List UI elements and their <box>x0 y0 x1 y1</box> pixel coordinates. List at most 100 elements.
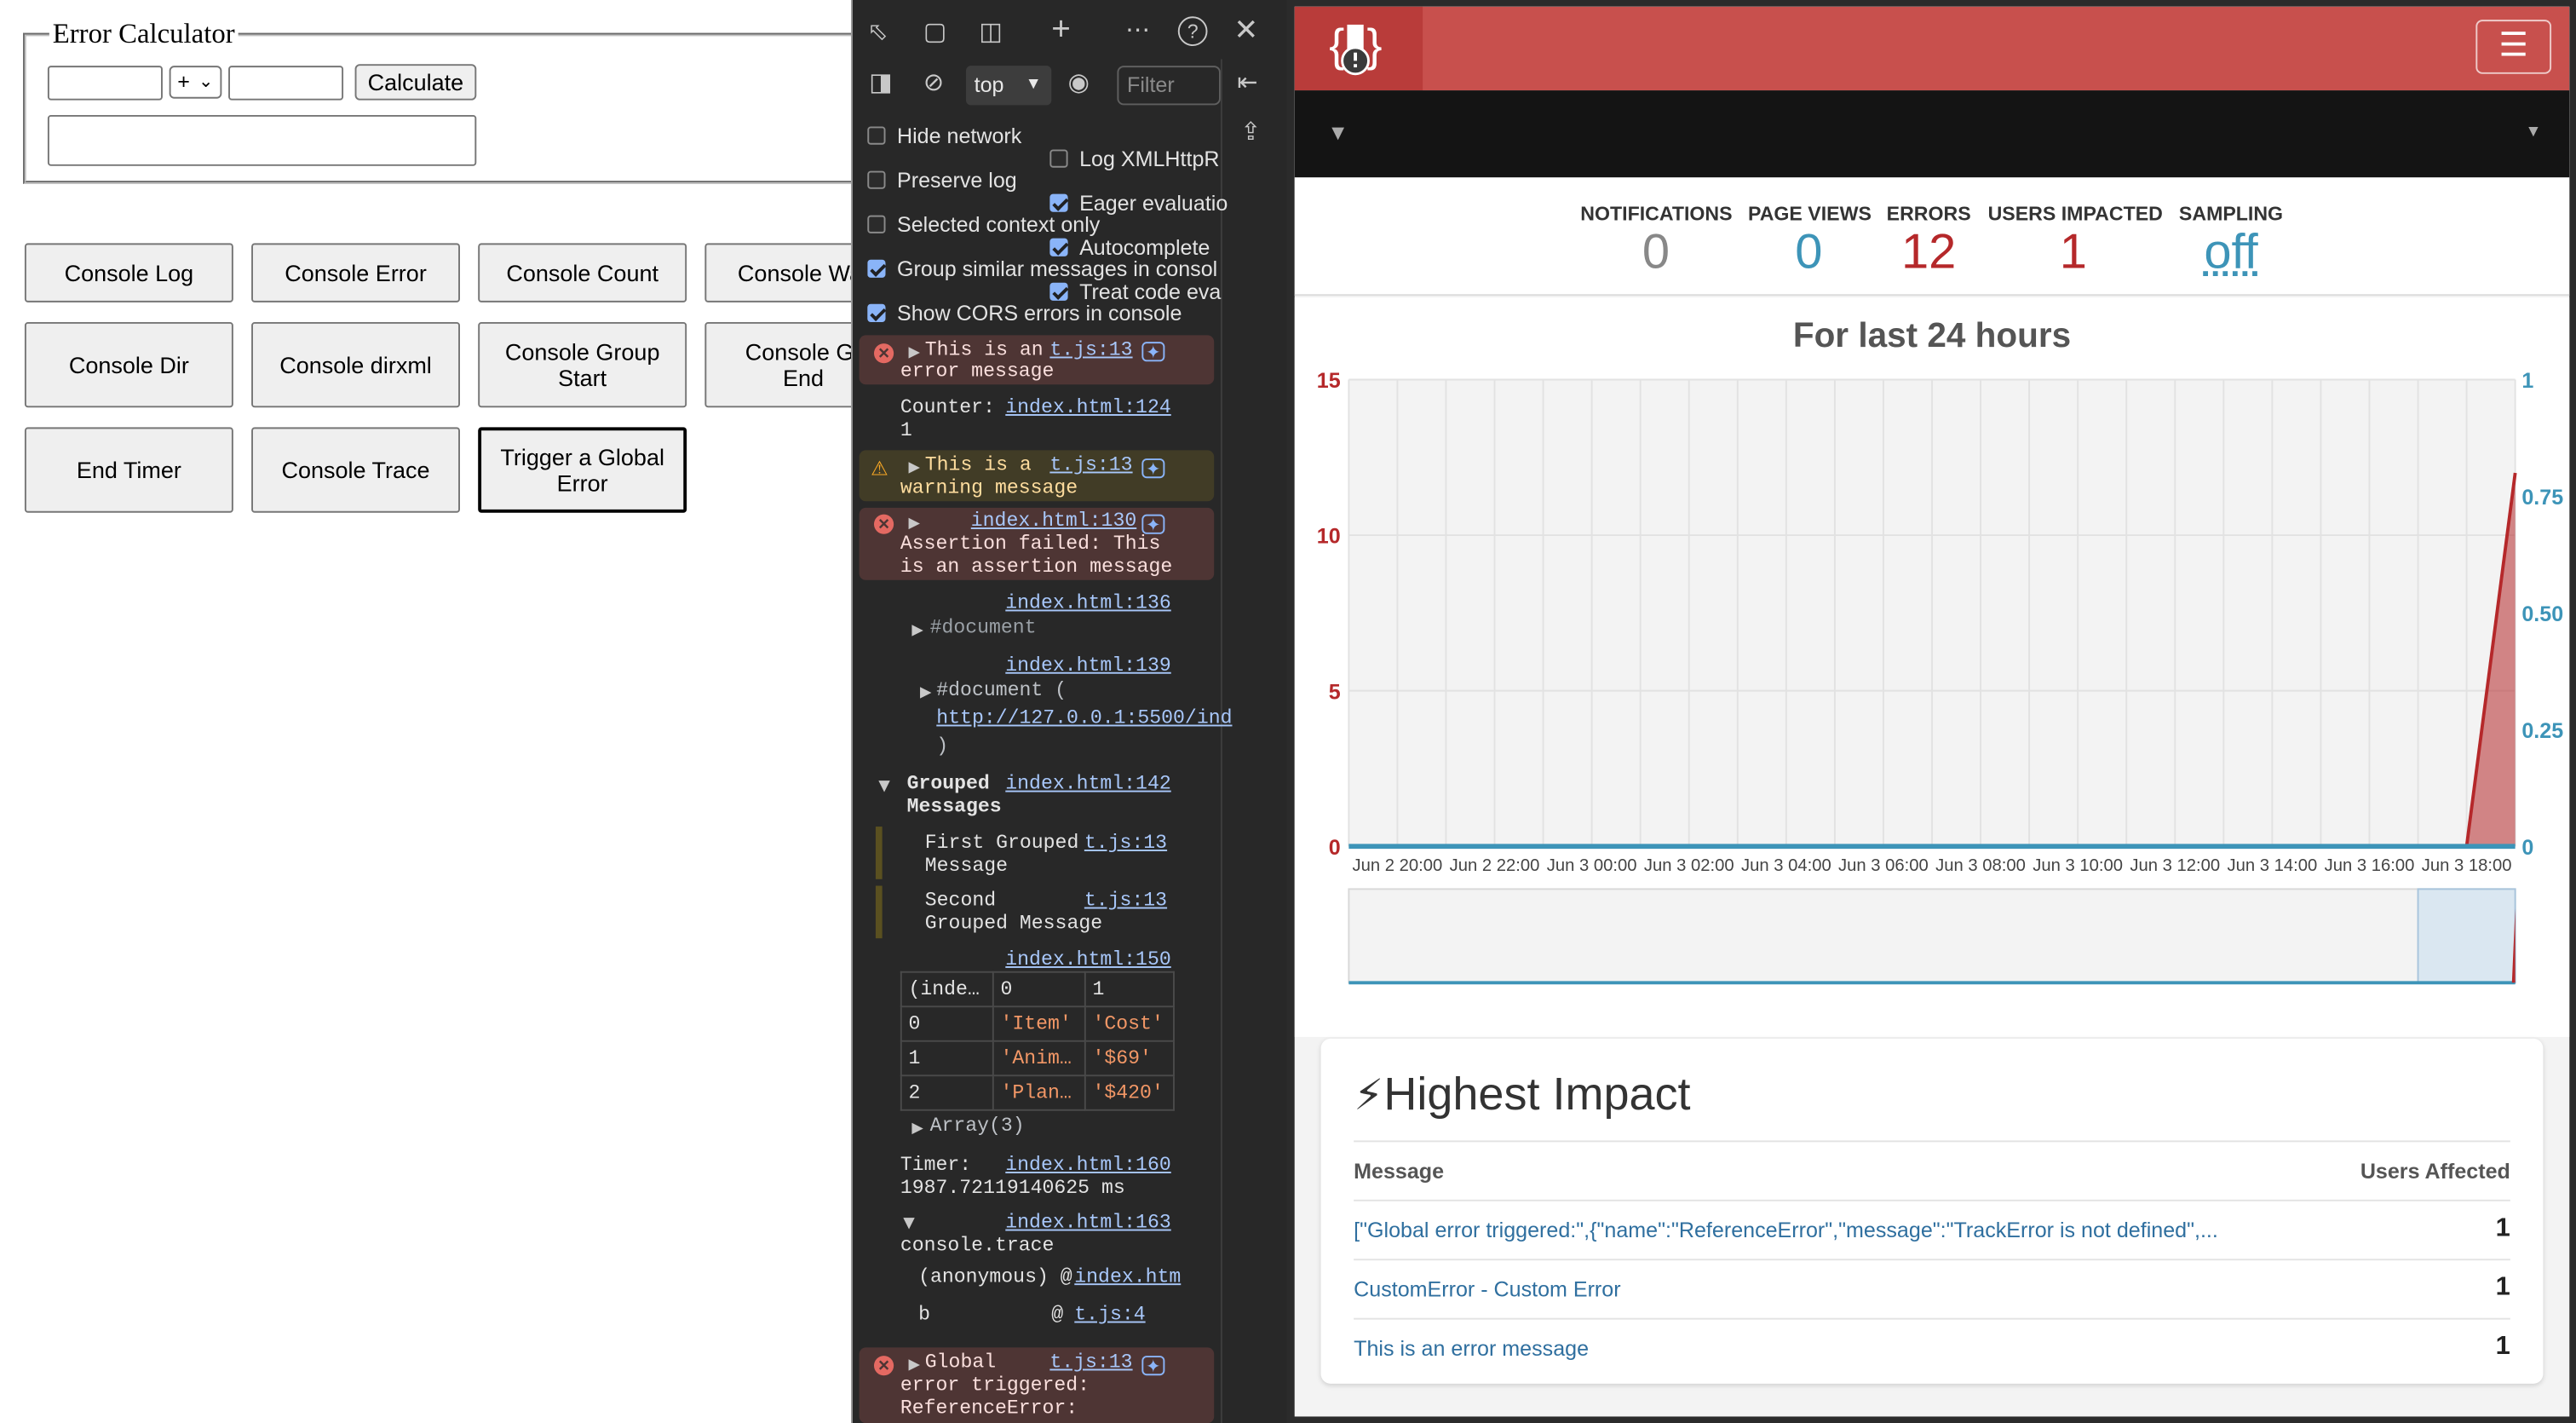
result-field[interactable] <box>47 114 477 166</box>
console-text: 1 <box>900 418 912 442</box>
stat-users-impacted[interactable]: USERS IMPACTED 1 <box>1988 202 2163 281</box>
stat-page-views[interactable]: PAGE VIEWS 0 <box>1748 202 1872 281</box>
console-dir-button[interactable]: Console Dir <box>24 321 233 408</box>
checkbox-box <box>867 259 886 278</box>
console-group-start-button[interactable]: Console Group Start <box>478 321 687 408</box>
sidebar-toggle-icon[interactable]: ◨ <box>869 69 892 99</box>
console-trace-button[interactable]: Console Trace <box>251 427 460 513</box>
checkbox-label: Group similar messages in consol <box>896 256 1218 281</box>
impact-message-link[interactable]: CustomError - Custom Error <box>1354 1276 1620 1301</box>
log-xhr-checkbox[interactable]: Log XMLHttpR <box>1049 147 1220 171</box>
expand-triangle-icon[interactable]: ▶ <box>908 458 919 476</box>
source-link[interactable]: index.html:142 <box>1005 772 1170 795</box>
device-toolbar-icon[interactable]: ▢ <box>923 18 946 48</box>
close-icon[interactable]: ✕ <box>1233 14 1258 44</box>
expand-triangle-icon[interactable]: ▶ <box>908 1356 919 1374</box>
live-expression-eye-icon[interactable]: ◉ <box>1068 69 1090 99</box>
clear-console-icon[interactable]: ⊘ <box>923 69 944 99</box>
y-left-tick-label: 15 <box>1317 369 1341 393</box>
table-row[interactable]: ["Global error triggered:",{"name":"Refe… <box>1354 1199 2510 1259</box>
impact-message-link[interactable]: ["Global error triggered:",{"name":"Refe… <box>1354 1218 2218 1242</box>
table-row[interactable]: This is an error message 1 <box>1354 1317 2510 1377</box>
inspect-element-icon[interactable]: ⬁ <box>867 18 888 48</box>
x-tick-label: Jun 3 12:00 <box>2130 856 2220 875</box>
trigger-global-error-button[interactable]: Trigger a Global Error <box>478 427 687 513</box>
expand-triangle-icon[interactable]: ▶ <box>920 683 931 701</box>
source-link[interactable]: t.js:13 <box>1049 453 1132 476</box>
checkbox-box <box>1049 149 1068 168</box>
impact-table-header: Message Users Affected <box>1354 1140 2510 1199</box>
navigator-track <box>1348 888 2516 984</box>
impact-message-link[interactable]: This is an error message <box>1354 1336 1589 1361</box>
source-link[interactable]: index.html:139 <box>1005 654 1170 677</box>
filter-bar[interactable]: ▼ ▼ <box>1294 90 2570 178</box>
operator-select[interactable]: + ⌄ <box>169 66 222 99</box>
source-link[interactable]: index.html:136 <box>1005 591 1170 614</box>
context-select[interactable]: top ▼ <box>965 66 1052 106</box>
table-row: 0 'Item' 'Cost' <box>900 1005 1175 1042</box>
source-link[interactable]: t.js:13 <box>1049 1351 1132 1374</box>
console-group-end-button[interactable]: Console Gr End <box>704 321 851 408</box>
console-error-button[interactable]: Console Error <box>251 243 460 302</box>
hamburger-menu-icon[interactable]: ☰ <box>2475 20 2552 74</box>
add-tab-icon[interactable]: + <box>1051 13 1071 46</box>
ai-insight-icon[interactable]: ✦ <box>1141 514 1165 536</box>
collapse-triangle-icon[interactable]: ▶ <box>876 781 894 792</box>
console-text: #document <box>929 616 1037 640</box>
selected-context-checkbox[interactable]: Selected context only <box>867 212 1100 237</box>
table-cell: 0 <box>900 1005 994 1042</box>
console-text: Second <box>924 889 997 913</box>
collapse-settings-icon[interactable]: ⇤ <box>1237 69 1257 99</box>
expand-triangle-icon[interactable]: ▶ <box>908 515 919 533</box>
ai-insight-icon[interactable]: ✦ <box>1141 342 1165 363</box>
stat-notifications[interactable]: NOTIFICATIONS 0 <box>1580 202 1732 281</box>
expand-triangle-icon[interactable]: ▶ <box>911 621 923 639</box>
table-header-cell[interactable]: 1 <box>1084 971 1175 1008</box>
ai-insight-icon[interactable]: ✦ <box>1141 1356 1165 1377</box>
app-logo[interactable]: { } <box>1294 6 1423 91</box>
source-link[interactable]: t.js:13 <box>1084 889 1167 912</box>
source-link[interactable]: t.js:13 <box>1084 832 1167 855</box>
source-link[interactable]: t.js:4 <box>1074 1303 1145 1326</box>
ai-insight-icon[interactable]: ✦ <box>1141 458 1165 480</box>
table-header-cell[interactable]: 0 <box>992 971 1086 1008</box>
more-options-icon[interactable]: ⋯ <box>1125 16 1150 46</box>
export-icon[interactable]: ⇪ <box>1240 118 1261 148</box>
console-text: First Grouped <box>924 831 1079 855</box>
operand-b-input[interactable] <box>228 66 344 101</box>
highest-impact-title: Highest Impact <box>1383 1068 1691 1120</box>
console-count-button[interactable]: Console Count <box>478 243 687 302</box>
console-dirxml-button[interactable]: Console dirxml <box>251 321 460 408</box>
help-icon[interactable]: ? <box>1177 16 1208 46</box>
show-cors-checkbox[interactable]: Show CORS errors in console <box>867 301 1182 326</box>
source-link[interactable]: index.html:124 <box>1005 396 1170 419</box>
source-link[interactable]: index.htm <box>1074 1265 1181 1288</box>
dock-side-icon[interactable]: ◫ <box>979 18 1002 48</box>
hide-network-checkbox[interactable]: Hide network <box>867 124 1021 148</box>
source-link[interactable]: t.js:13 <box>1049 338 1132 361</box>
source-link[interactable]: index.html:163 <box>1005 1211 1170 1234</box>
expand-triangle-icon[interactable]: ▶ <box>908 343 919 361</box>
end-timer-button[interactable]: End Timer <box>24 427 233 513</box>
source-link[interactable]: index.html:130 <box>971 510 1136 533</box>
errors-chart[interactable]: 0 5 10 15 0 0.25 0.50 0.75 1 Jun 2 20:00 Jun 2 22:… <box>1295 331 2570 1037</box>
table-header-cell[interactable]: (inde… <box>900 971 994 1008</box>
collapse-triangle-icon[interactable]: ▶ <box>900 1218 918 1229</box>
expand-triangle-icon[interactable]: ▶ <box>911 1119 923 1137</box>
console-warn-button[interactable]: Console Wa <box>704 243 851 302</box>
table-row[interactable]: CustomError - Custom Error 1 <box>1354 1259 2510 1317</box>
stat-errors[interactable]: ERRORS 12 <box>1886 202 1971 281</box>
console-text: warning message <box>900 476 1078 500</box>
group-similar-checkbox[interactable]: Group similar messages in consol <box>867 256 1221 281</box>
stat-sampling[interactable]: SAMPLING off <box>2175 202 2286 281</box>
source-link[interactable]: index.html:160 <box>1005 1154 1170 1177</box>
document-url-link[interactable]: http://127.0.0.1:5500/ind <box>936 706 1232 729</box>
filter-input[interactable]: Filter <box>1117 66 1221 106</box>
console-log-button[interactable]: Console Log <box>24 243 233 302</box>
operand-a-input[interactable] <box>47 66 163 101</box>
source-link[interactable]: index.html:150 <box>1005 948 1170 971</box>
caret-down-icon[interactable]: ▼ <box>2525 124 2541 141</box>
stat-label: SAMPLING <box>2178 202 2284 226</box>
preserve-log-checkbox[interactable]: Preserve log <box>867 168 1017 193</box>
calculate-button[interactable]: Calculate <box>354 64 477 101</box>
